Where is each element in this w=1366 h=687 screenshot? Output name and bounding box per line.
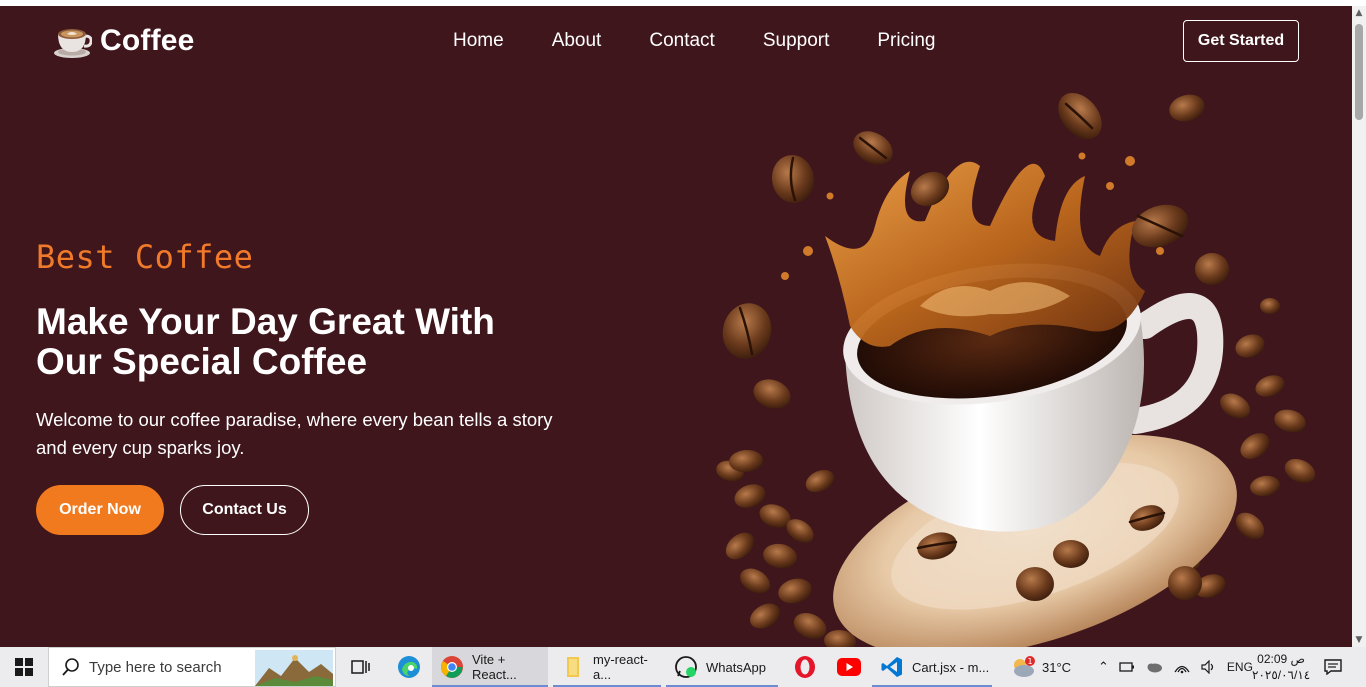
svg-text:1: 1 (1027, 657, 1032, 666)
taskbar-app-explorer[interactable]: my-react-a... (553, 647, 661, 687)
clock[interactable]: 02:09 ص ٢٠٢٥/٠٦/١٤ (1252, 647, 1310, 687)
opera-taskbar-button[interactable] (790, 647, 820, 687)
order-now-button[interactable]: Order Now (36, 485, 164, 535)
search-placeholder: Type here to search (89, 658, 222, 676)
taskbar-app-whatsapp[interactable]: WhatsApp (666, 647, 778, 687)
nav-pricing[interactable]: Pricing (877, 30, 935, 52)
coffee-cup-logo-icon (54, 29, 92, 58)
taskbar-app-label: WhatsApp (706, 659, 766, 675)
search-highlight-illustration-icon (255, 650, 333, 686)
folder-icon (567, 657, 579, 677)
start-button[interactable] (0, 647, 48, 687)
volume-icon[interactable] (1201, 660, 1217, 674)
taskbar-app-label: Vite + React... (472, 652, 517, 682)
whatsapp-icon (675, 656, 697, 678)
hero-headline-line2: Our Special Coffee (36, 341, 368, 382)
taskbar-app-label: my-react-a... (593, 652, 648, 682)
clock-date: ٢٠٢٥/٠٦/١٤ (1252, 668, 1311, 682)
onedrive-cloud-icon[interactable] (1145, 661, 1163, 673)
battery-icon[interactable] (1119, 660, 1135, 674)
weather-cloud-icon: 1 (1014, 656, 1035, 677)
youtube-taskbar-button[interactable] (834, 647, 864, 687)
scroll-up-arrow-icon[interactable]: ▲ (1352, 6, 1366, 20)
hero-headline: Make Your Day Great With Our Special Cof… (36, 302, 556, 382)
brand[interactable]: Coffee (52, 22, 195, 60)
nav-contact[interactable]: Contact (649, 30, 714, 52)
weather-temperature: 31°C (1042, 659, 1072, 675)
edge-icon (398, 656, 420, 678)
nav-home[interactable]: Home (453, 30, 504, 52)
contact-us-button[interactable]: Contact Us (180, 485, 309, 535)
nav-support[interactable]: Support (763, 30, 830, 52)
search-icon (62, 658, 79, 676)
edge-taskbar-button[interactable] (392, 647, 426, 687)
clock-time: 02:09 ص (1257, 652, 1306, 666)
taskbar-search[interactable]: Type here to search (48, 647, 336, 687)
hero-description: Welcome to our coffee paradise, where ev… (36, 409, 553, 458)
hero-headline-line1: Make Your Day Great With (36, 301, 495, 342)
taskbar-app-label: Cart.jsx - m... (912, 659, 990, 675)
windows-logo-icon (15, 658, 33, 676)
nav-about[interactable]: About (552, 30, 602, 52)
notification-icon (1324, 659, 1342, 675)
screen: Coffee Home About Contact Support Pricin… (0, 0, 1366, 687)
task-view-button[interactable] (344, 647, 378, 687)
get-started-button[interactable]: Get Started (1183, 20, 1299, 62)
opera-icon (795, 656, 815, 678)
input-language[interactable]: ENG (1227, 660, 1253, 674)
brand-name: Coffee (100, 24, 195, 57)
vertical-scrollbar[interactable]: ▲ ▼ (1352, 6, 1366, 647)
scrollbar-thumb[interactable] (1355, 24, 1363, 120)
show-hidden-icons-chevron-icon[interactable]: ⌃ (1098, 660, 1109, 675)
taskbar-app-vscode[interactable]: Cart.jsx - m... (872, 647, 992, 687)
hero-eyebrow: Best Coffee (36, 238, 254, 276)
youtube-icon (837, 658, 861, 676)
weather-widget[interactable]: 1 31°C (1010, 647, 1071, 687)
windows-taskbar: Type here to search Vite + React... my-r… (0, 647, 1366, 687)
notification-center-button[interactable] (1322, 647, 1344, 687)
chrome-icon (441, 656, 463, 678)
taskbar-app-chrome[interactable]: Vite + React... (432, 647, 548, 687)
main-nav: Home About Contact Support Pricing (453, 30, 935, 52)
wifi-icon[interactable] (1173, 660, 1191, 674)
system-tray: ⌃ ENG (1098, 647, 1253, 687)
vscode-icon (881, 657, 902, 677)
task-view-icon (351, 660, 370, 674)
scroll-down-arrow-icon[interactable]: ▼ (1352, 633, 1366, 647)
web-page: Coffee Home About Contact Support Pricin… (0, 6, 1352, 647)
coffee-cup-hero-image (716, 92, 1316, 647)
